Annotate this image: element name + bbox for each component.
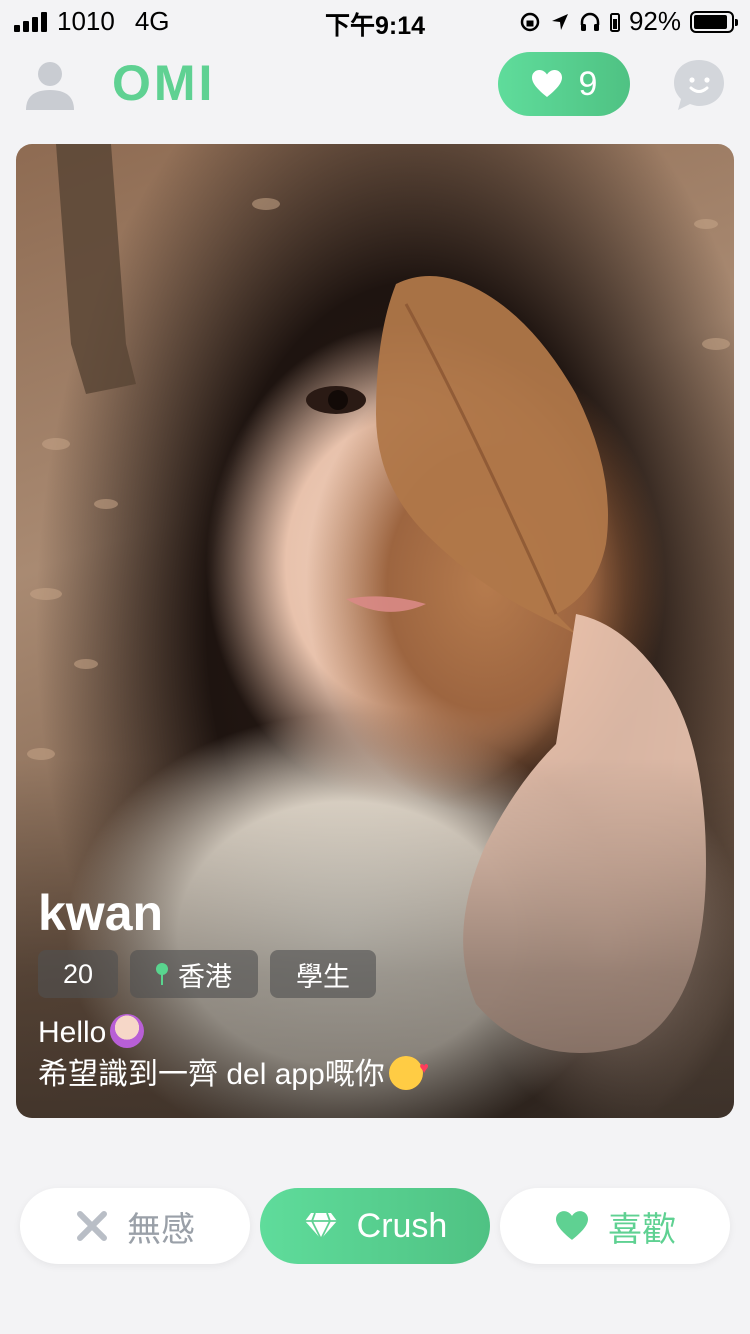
bio-line-1: Hello — [38, 1016, 107, 1049]
close-icon — [77, 1211, 107, 1241]
status-bar: 1010 4G 下午9:14 92% — [0, 0, 750, 40]
location-pin-icon — [156, 963, 168, 985]
location-tag: 香港 — [130, 950, 258, 998]
app-header: OMI 9 — [0, 48, 750, 128]
battery-percent: 92% — [628, 6, 681, 36]
rotation-lock-icon — [520, 12, 540, 31]
pass-label: 無感 — [127, 1210, 195, 1249]
battery-mini-icon — [609, 12, 620, 32]
location-arrow-icon — [551, 13, 568, 30]
occupation-tag: 學生 — [270, 950, 376, 998]
pass-button[interactable]: 無感 — [20, 1188, 250, 1264]
user-icon[interactable] — [22, 56, 78, 112]
likes-counter-button[interactable]: 9 — [498, 52, 630, 116]
profile-name: kwan — [38, 885, 164, 941]
age-tag: 20 — [38, 950, 118, 998]
profile-card[interactable]: kwan 20 香港 學生 Hello 希望識到一齊 del app嘅你 — [16, 144, 734, 1118]
profile-bio: Hello 希望識到一齊 del app嘅你 — [38, 1012, 429, 1096]
crush-button[interactable]: Crush — [260, 1188, 490, 1264]
crush-label: Crush — [356, 1206, 448, 1245]
occupation-value: 學生 — [296, 961, 350, 992]
likes-count: 9 — [578, 64, 598, 103]
waving-person-emoji-icon — [110, 1014, 145, 1048]
like-label: 喜歡 — [608, 1210, 676, 1249]
heart-icon — [531, 70, 562, 97]
heart-icon — [556, 1211, 588, 1240]
smiling-hearts-emoji-icon — [388, 1048, 429, 1090]
diamond-icon — [304, 1212, 337, 1240]
location-value: 香港 — [178, 961, 232, 992]
battery-icon — [690, 10, 738, 33]
like-button[interactable]: 喜歡 — [500, 1188, 730, 1264]
chat-bubble-icon[interactable] — [670, 56, 728, 114]
profile-tags: 20 香港 學生 — [38, 950, 376, 998]
age-value: 20 — [62, 958, 94, 989]
headphones-icon — [580, 12, 600, 31]
app-logo: OMI — [112, 55, 216, 111]
bio-line-2: 希望識到一齊 del app嘅你 — [38, 1058, 385, 1091]
